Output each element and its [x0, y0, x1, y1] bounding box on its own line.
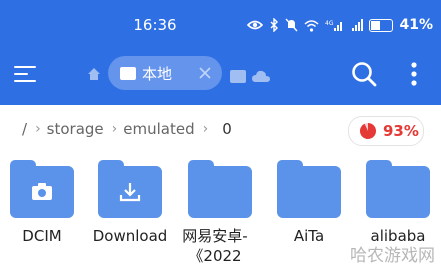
status-icons: 4G 41%: [247, 15, 433, 35]
folder-dcim[interactable]: [10, 160, 74, 218]
svg-text:4G: 4G: [325, 20, 334, 27]
search-icon[interactable]: [351, 61, 377, 87]
window-icon[interactable]: [230, 68, 246, 87]
watermark: 哈农游戏网: [350, 246, 435, 266]
folder-name-dcim[interactable]: DCIM: [0, 226, 86, 246]
chevron-right-icon: ›: [202, 121, 209, 137]
breadcrumb-emulated[interactable]: emulated: [123, 120, 194, 138]
bluetooth-icon: [269, 18, 279, 32]
tab-local[interactable]: 本地: [108, 56, 222, 90]
folder-alibaba[interactable]: [366, 160, 430, 218]
cloud-icon[interactable]: [252, 68, 270, 87]
chevron-right-icon: ›: [35, 121, 41, 137]
folder-netease[interactable]: [188, 160, 252, 218]
battery-percent: 41%: [399, 17, 433, 33]
other-tabs[interactable]: [230, 68, 270, 87]
more-options-icon[interactable]: [409, 62, 419, 86]
signal-icon: 4G: [325, 19, 345, 32]
wifi-icon: [304, 19, 319, 32]
home-icon[interactable]: [86, 66, 102, 82]
breadcrumb: / › storage › emulated › 0: [22, 118, 234, 140]
download-icon: [119, 183, 141, 202]
eye-icon: [247, 19, 264, 31]
toolbar: 本地: [0, 50, 441, 100]
battery-icon: [369, 18, 394, 32]
folder-name-netease[interactable]: 网易安卓-《2022: [176, 226, 254, 266]
breadcrumb-storage[interactable]: storage: [47, 120, 104, 138]
chevron-right-icon: ›: [111, 121, 118, 137]
folder-name-download[interactable]: Download: [86, 226, 174, 246]
folder-name-aita[interactable]: AiTa: [265, 226, 353, 246]
camera-icon: [32, 183, 52, 200]
storage-usage-badge[interactable]: 93%: [348, 116, 424, 146]
tab-local-label: 本地: [142, 64, 173, 83]
folder-aita[interactable]: [277, 160, 341, 218]
folder-download[interactable]: [98, 160, 162, 218]
breadcrumb-current[interactable]: 0: [222, 120, 232, 138]
status-bar: 16:36 4G 41%: [0, 0, 441, 50]
mute-bell-icon: [285, 18, 299, 32]
local-storage-icon: [120, 66, 136, 80]
pie-chart-icon: [359, 123, 376, 139]
storage-percent: 93%: [383, 122, 419, 140]
app-bar: 16:36 4G 41% 本地: [0, 0, 441, 105]
breadcrumb-root[interactable]: /: [22, 120, 27, 138]
signal-icon-2: [351, 18, 364, 32]
menu-icon[interactable]: [14, 63, 38, 85]
close-icon[interactable]: [198, 65, 212, 79]
